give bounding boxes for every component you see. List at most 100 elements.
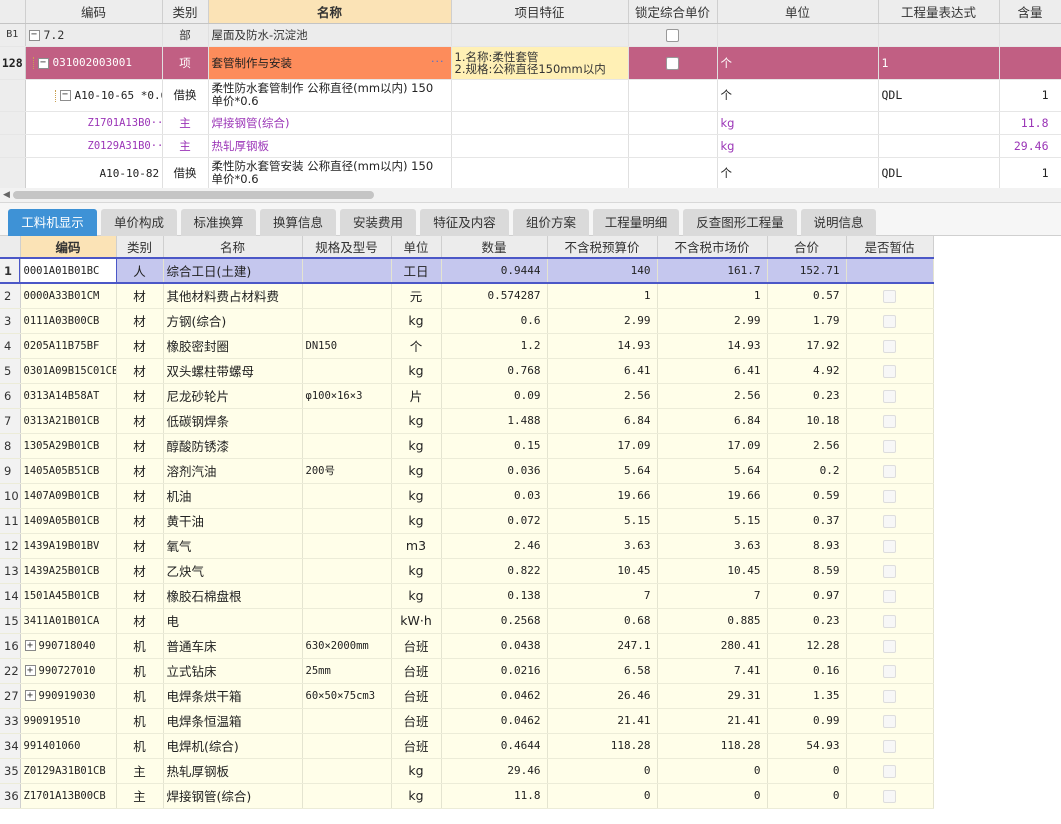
unit-cell[interactable]: 台班 (391, 658, 442, 684)
qty-cell[interactable]: 1 (999, 79, 1061, 112)
name-cell[interactable]: 方钢(综合) (163, 308, 303, 334)
provisional-cell[interactable] (846, 783, 934, 809)
provisional-checkbox[interactable] (883, 540, 896, 553)
unit-cell[interactable]: kg (391, 583, 442, 609)
resource-row[interactable]: 14 1501A45B01CB 材橡胶石棉盘根 kg 0.138 7 7 0.97 (0, 583, 934, 609)
header-type[interactable]: 类别 (162, 0, 209, 24)
provisional-cell[interactable] (846, 257, 934, 284)
provisional-checkbox[interactable] (883, 515, 896, 528)
minus-box-icon[interactable]: − (28, 29, 40, 41)
code-cell[interactable]: −7.2 (25, 23, 163, 47)
top-row-quota[interactable]: A10-10-82 *0.6 借换 柔性防水套管安装 公称直径(mm以内) 15… (0, 157, 1061, 188)
resource-row[interactable]: 7 0313A21B01CB 材低碳钢焊条 kg 1.488 6.84 6.84 10.18 (0, 408, 934, 434)
quantity-cell[interactable]: 0.0438 (441, 633, 548, 659)
spec-cell[interactable] (302, 358, 392, 384)
name-cell[interactable]: 综合工日(土建) (163, 257, 303, 284)
top-row-main-material[interactable]: Z0129A31B0··· 主 热轧厚钢板 kg 29.46 (0, 134, 1061, 158)
code-cell[interactable]: Z1701A13B0··· (25, 111, 163, 135)
spec-cell[interactable]: 630×2000mm (302, 633, 392, 659)
quantity-cell[interactable]: 11.8 (441, 783, 548, 809)
header-qty[interactable]: 含量 (999, 0, 1061, 24)
quantity-cell[interactable]: 0.138 (441, 583, 548, 609)
code-cell[interactable]: 991401060 (20, 733, 117, 759)
unit-cell[interactable]: kg (391, 408, 442, 434)
budget-price-cell[interactable]: 19.66 (547, 483, 658, 509)
spec-cell[interactable] (302, 583, 392, 609)
budget-price-cell[interactable]: 17.09 (547, 433, 658, 459)
name-cell[interactable]: 立式钻床 (163, 658, 303, 684)
unit-cell[interactable]: kW·h (391, 608, 442, 634)
name-cell[interactable]: 焊接钢管(综合) (163, 783, 303, 809)
header-name[interactable]: 名称 (208, 0, 452, 24)
code-cell[interactable]: 0001A01B01BC (19, 257, 117, 284)
provisional-checkbox[interactable] (883, 440, 896, 453)
header-qty[interactable]: 数量 (441, 236, 548, 259)
provisional-cell[interactable] (846, 733, 934, 759)
budget-price-cell[interactable]: 5.15 (547, 508, 658, 534)
budget-price-cell[interactable]: 140 (547, 257, 658, 284)
tab-graphic-quantity[interactable]: 反查图形工程量 (683, 209, 797, 236)
feature-cell[interactable] (451, 134, 629, 158)
lock-cell[interactable] (628, 23, 718, 47)
spec-cell[interactable] (302, 608, 392, 634)
market-price-cell[interactable]: 1 (657, 283, 768, 309)
name-cell[interactable]: 屋面及防水-沉淀池 (208, 23, 452, 47)
code-cell[interactable]: 1405A05B51CB (20, 458, 117, 484)
resource-row[interactable]: 12 1439A19B01BV 材氧气 m3 2.46 3.63 3.63 8.93 (0, 533, 934, 559)
budget-price-cell[interactable]: 0 (547, 783, 658, 809)
code-cell[interactable]: Z1701A13B00CB (20, 783, 117, 809)
code-cell[interactable]: 0301A09B15C01CB (20, 358, 117, 384)
name-cell[interactable]: 电焊机(综合) (163, 733, 303, 759)
header-market-price[interactable]: 不含税市场价 (657, 236, 768, 259)
tab-unit-price-composition[interactable]: 单价构成 (101, 209, 177, 236)
provisional-checkbox[interactable] (883, 665, 896, 678)
provisional-checkbox[interactable] (883, 340, 896, 353)
quantity-cell[interactable]: 0.036 (441, 458, 548, 484)
resource-row[interactable]: 2 0000A33B01CM 材其他材料费占材料费元 0.574287 1 1 0.57 (0, 283, 934, 309)
quantity-cell[interactable]: 0.09 (441, 383, 548, 409)
header-provisional[interactable]: 是否暂估 (846, 236, 934, 259)
provisional-cell[interactable] (846, 308, 934, 334)
qty-cell[interactable]: 1 (999, 157, 1061, 188)
spec-cell[interactable] (302, 708, 392, 734)
name-cell[interactable]: 双头螺柱带螺母 (163, 358, 303, 384)
provisional-checkbox[interactable] (883, 690, 896, 703)
feature-cell[interactable] (451, 157, 629, 188)
provisional-checkbox[interactable] (883, 390, 896, 403)
budget-price-cell[interactable]: 0.68 (547, 608, 658, 634)
name-cell[interactable]: 机油 (163, 483, 303, 509)
budget-price-cell[interactable]: 247.1 (547, 633, 658, 659)
resource-row[interactable]: 22 +990727010 机立式钻床 25mm 台班 0.0216 6.58 7.41 0.1… (0, 658, 934, 684)
quantity-cell[interactable]: 0.072 (441, 508, 548, 534)
provisional-checkbox[interactable] (883, 765, 896, 778)
market-price-cell[interactable]: 0 (657, 783, 768, 809)
provisional-cell[interactable] (846, 633, 934, 659)
market-price-cell[interactable]: 7 (657, 583, 768, 609)
provisional-checkbox[interactable] (883, 465, 896, 478)
lock-checkbox[interactable] (666, 56, 679, 70)
quantity-cell[interactable]: 0.0462 (441, 683, 548, 709)
name-cell[interactable]: 溶剂汽油 (163, 458, 303, 484)
header-total[interactable]: 合价 (767, 236, 847, 259)
market-price-cell[interactable]: 7.41 (657, 658, 768, 684)
code-cell[interactable]: +990718040 (20, 633, 117, 659)
header-unit[interactable]: 单位 (391, 236, 442, 259)
market-price-cell[interactable]: 6.84 (657, 408, 768, 434)
unit-cell[interactable]: kg (391, 308, 442, 334)
scrollbar-thumb[interactable] (13, 191, 374, 199)
tab-features-content[interactable]: 特征及内容 (420, 209, 509, 236)
name-cell[interactable]: 橡胶密封圈 (163, 333, 303, 359)
top-row-main-material[interactable]: Z1701A13B0··· 主 焊接钢管(综合) kg 11.8 (0, 111, 1061, 135)
tab-pricing-scheme[interactable]: 组价方案 (513, 209, 589, 236)
quantity-cell[interactable]: 0.574287 (441, 283, 548, 309)
name-cell[interactable]: 尼龙砂轮片 (163, 383, 303, 409)
spec-cell[interactable] (302, 558, 392, 584)
spec-cell[interactable] (302, 783, 392, 809)
budget-price-cell[interactable]: 3.63 (547, 533, 658, 559)
code-cell[interactable]: A10-10-82 *0.6 (25, 157, 163, 188)
top-row-selected[interactable]: 128 −031002003001 项 套管制作与安装 ··· 1.名称:柔性套管… (0, 46, 1061, 80)
feature-cell[interactable] (451, 79, 629, 112)
spec-cell[interactable] (302, 433, 392, 459)
code-cell[interactable]: 1501A45B01CB (20, 583, 117, 609)
unit-cell[interactable]: kg (391, 458, 442, 484)
